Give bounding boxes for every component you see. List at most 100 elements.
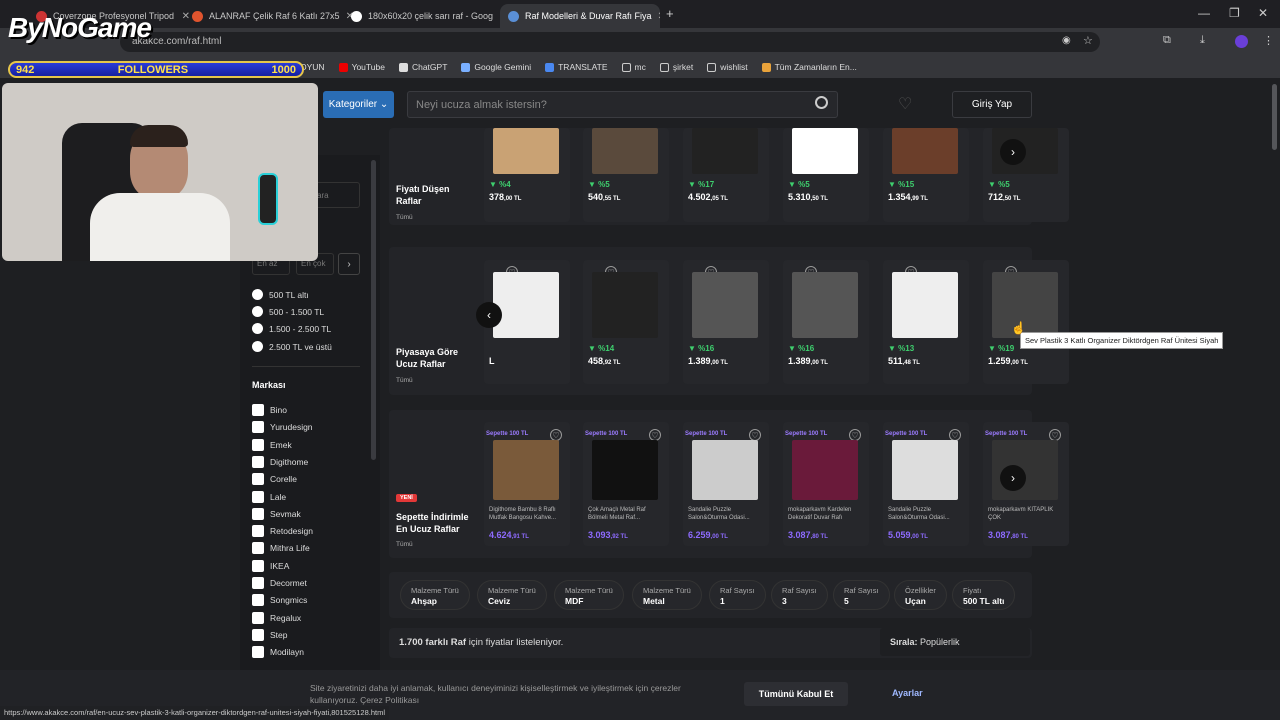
bookmark-sirket[interactable]: şirket (659, 62, 693, 72)
product-image[interactable] (792, 128, 858, 174)
see-all-link[interactable]: Tümü (396, 214, 413, 221)
search-icon[interactable] (815, 96, 828, 109)
close-icon[interactable]: ✕ (658, 11, 660, 22)
filter-chip[interactable]: Malzeme Türü MDF (554, 580, 624, 610)
product-image[interactable] (493, 128, 559, 174)
product-description[interactable]: Çok Amaçlı Metal Raf Bölmeli Metal Raf..… (588, 506, 658, 522)
brand-checkbox[interactable]: Modilayn (252, 646, 304, 659)
filter-chip[interactable]: Malzeme Türü Metal (632, 580, 702, 610)
filter-chip[interactable]: Raf Sayısı 5 (833, 580, 890, 610)
price-main: 1.354 (888, 192, 911, 202)
profile-avatar[interactable] (1235, 35, 1248, 48)
brand-checkbox[interactable]: IKEA (252, 559, 289, 572)
brand-checkbox[interactable]: Regalux (252, 611, 301, 624)
brand-checkbox[interactable]: Retodesign (252, 525, 313, 538)
status-url: https://www.akakce.com/raf/en-ucuz-sev-p… (0, 706, 389, 720)
brand-checkbox[interactable]: Decormet (252, 577, 307, 589)
close-window-icon[interactable]: ✕ (1258, 6, 1268, 20)
product-image[interactable] (792, 440, 858, 500)
see-all-link[interactable]: Tümü (396, 377, 413, 384)
brand-checkbox[interactable]: Mithra Life (252, 542, 310, 555)
bookmark-mc[interactable]: mc (621, 62, 646, 72)
bookmark-chatgpt[interactable]: ChatGPT (398, 62, 447, 72)
product-image[interactable] (892, 440, 958, 500)
cookie-settings-link[interactable]: Ayarlar (892, 688, 923, 698)
section-title: Sepette İndirimle En Ucuz Raflar (396, 512, 469, 534)
tab-2[interactable]: ALANRAF Çelik Raf 6 Katlı 27x5 ✕ (184, 4, 354, 28)
product-image[interactable] (493, 272, 559, 338)
brand-checkbox[interactable]: Digithome (252, 455, 308, 468)
new-tab-button[interactable]: + (666, 6, 674, 21)
brand-checkbox[interactable]: Emek (252, 438, 292, 451)
followers-label: FOLLOWERS (117, 63, 189, 76)
brand-checkbox[interactable]: Sevmak (252, 507, 301, 520)
filter-chip[interactable]: Fiyatı 500 TL altı (952, 580, 1016, 610)
bookmark-youtube[interactable]: YouTube (338, 62, 385, 72)
search-input[interactable]: Neyi ucuza almak istersin? (407, 91, 838, 118)
page-scrollbar[interactable] (1272, 84, 1277, 150)
product-image[interactable] (592, 440, 658, 500)
bookmark-gemini[interactable]: Google Gemini (461, 62, 531, 72)
price-apply-button[interactable]: › (338, 253, 360, 275)
price-main: 540 (588, 192, 604, 202)
filter-chip[interactable]: Özellikler Uçan (894, 580, 947, 610)
price-cents: ,00 TL (810, 360, 828, 366)
brand-checkbox[interactable]: Step (252, 628, 288, 641)
product-image[interactable] (692, 440, 758, 500)
filter-chip[interactable]: Raf Sayısı 3 (771, 580, 828, 610)
price-range-option[interactable]: 500 - 1.500 TL (252, 306, 324, 317)
filter-chip[interactable]: Malzeme Türü Ahşap (400, 580, 470, 610)
heart-icon[interactable]: ♡ (898, 94, 912, 114)
brand-checkbox[interactable]: Lale (252, 490, 286, 503)
price-range-option[interactable]: 500 TL altı (252, 289, 309, 300)
sort-select[interactable]: Sırala: Popülerlik (880, 628, 1030, 656)
sidebar-scrollbar[interactable] (371, 160, 376, 460)
product-description[interactable]: Sandalie Puzzle Salon&Oturma Odasi... (888, 506, 958, 522)
maximize-icon[interactable]: ❐ (1229, 6, 1240, 20)
download-icon[interactable]: ⤓ (1200, 34, 1205, 47)
prev-arrow-button[interactable]: ‹ (476, 302, 502, 328)
channel-logo: ByNoGame (8, 12, 152, 44)
tab-active[interactable]: Raf Modelleri & Duvar Rafı Fiya ✕ (500, 4, 660, 28)
product-description[interactable]: mokaparkavm KİTAPLIK ÇOK (988, 506, 1058, 522)
extensions-icon[interactable]: ⧉ (1163, 34, 1171, 47)
product-image[interactable] (792, 272, 858, 338)
menu-icon[interactable]: ⋮ (1263, 34, 1274, 47)
brand-checkbox[interactable]: Corelle (252, 473, 297, 486)
price-range-option[interactable]: 1.500 - 2.500 TL (252, 323, 331, 334)
filter-chip[interactable]: Malzeme Türü Ceviz (477, 580, 547, 610)
see-all-link[interactable]: Tümü (396, 541, 413, 548)
tab-3[interactable]: 180x60x20 çelik sarı raf - Goog✕ (343, 4, 513, 28)
bookmark-tum-zamanlar[interactable]: Tüm Zamanların En... (761, 62, 857, 72)
address-bar[interactable]: akakce.com/raf.html (120, 32, 1100, 52)
product-image[interactable] (493, 440, 559, 500)
next-arrow-button[interactable]: › (1000, 465, 1026, 491)
brand-checkbox[interactable]: Yurudesign (252, 421, 313, 434)
product-description[interactable]: Digithome Bambu 8 Raflı Mutfak Bangosu K… (489, 506, 559, 522)
product-description[interactable]: mokaparkavm Kardelen Dekoratif Duvar Raf… (788, 506, 858, 522)
accept-all-button[interactable]: Tümünü Kabul Et (744, 682, 848, 706)
minimize-icon[interactable]: — (1198, 6, 1210, 20)
discount-value: %15 (898, 180, 915, 189)
product-description[interactable]: Sandalie Puzzle Salon&Oturma Odasi... (688, 506, 758, 522)
bookmark-wishlist[interactable]: wishlist (707, 62, 748, 72)
bookmark-translate[interactable]: TRANSLATE (545, 62, 608, 72)
product-image[interactable] (692, 128, 758, 174)
cookie-policy-link[interactable]: Çerez Politikası (360, 695, 419, 705)
bookmark-label: mc (634, 62, 646, 72)
product-image[interactable] (592, 272, 658, 338)
next-arrow-button[interactable]: › (1000, 139, 1026, 165)
product-image[interactable] (592, 128, 658, 174)
brand-checkbox[interactable]: Bino (252, 404, 287, 416)
product-image[interactable] (892, 272, 958, 338)
login-button[interactable]: Giriş Yap (952, 91, 1032, 118)
brand-checkbox[interactable]: Songmics (252, 594, 307, 607)
categories-button[interactable]: Kategoriler ⌄ (323, 91, 394, 118)
filter-chip[interactable]: Raf Sayısı 1 (709, 580, 766, 610)
star-icon[interactable]: ☆ (1083, 34, 1093, 47)
price-range-option[interactable]: 2.500 TL ve üstü (252, 341, 332, 352)
price-main: 4.624 (489, 530, 512, 540)
product-image[interactable] (692, 272, 758, 338)
product-image[interactable] (892, 128, 958, 174)
eye-off-icon[interactable]: ◉ (1062, 35, 1071, 46)
